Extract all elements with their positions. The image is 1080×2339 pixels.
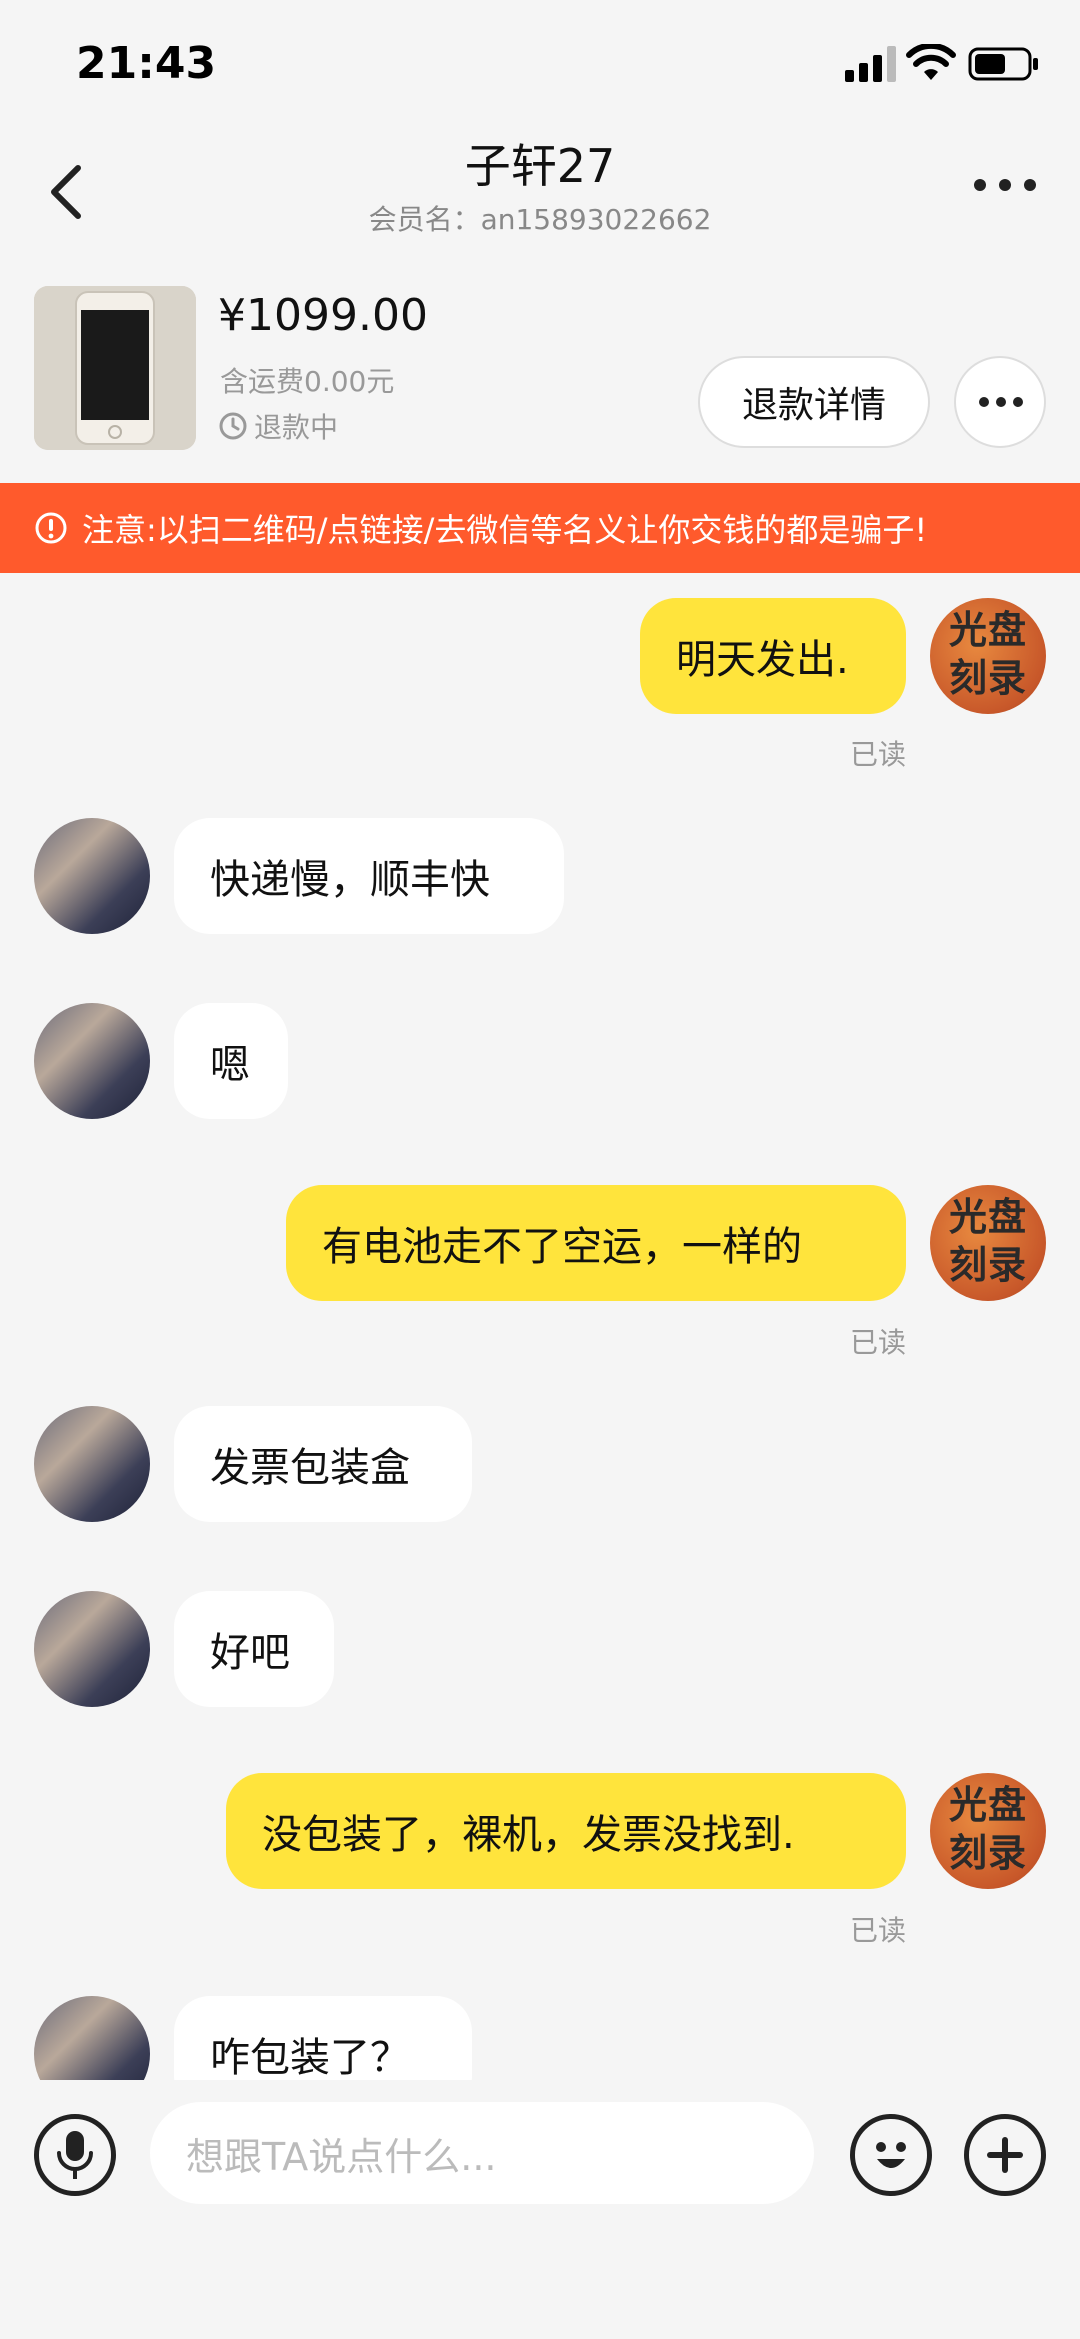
message-bubble-incoming[interactable]: 好吧 xyxy=(174,1591,334,1707)
member-id: 会员名：an15893022662 xyxy=(368,203,712,236)
status-bar: 21:43 xyxy=(0,0,1080,130)
more-actions-button[interactable] xyxy=(964,2114,1046,2196)
product-thumbnail[interactable] xyxy=(34,286,196,450)
more-dots-icon xyxy=(979,397,1023,407)
shipping-info: 含运费0.00元 xyxy=(220,365,395,398)
self-avatar[interactable]: 光盘刻录 xyxy=(930,598,1046,714)
alert-icon xyxy=(35,512,67,544)
product-card[interactable]: ¥1099.00 含运费0.00元 退款中 退款详情 xyxy=(0,270,1080,470)
microphone-icon xyxy=(57,2131,93,2179)
peer-avatar[interactable] xyxy=(34,1406,150,1522)
message-bubble-outgoing[interactable]: 有电池走不了空运，一样的 xyxy=(286,1185,906,1301)
message-bubble-incoming[interactable]: 快递慢，顺丰快 xyxy=(174,818,564,934)
self-avatar[interactable]: 光盘刻录 xyxy=(930,1773,1046,1889)
battery-icon xyxy=(968,47,1038,81)
clock-icon xyxy=(219,412,247,440)
peer-avatar[interactable] xyxy=(34,1003,150,1119)
input-bar: 想跟TA说点什么... xyxy=(0,2080,1080,2339)
phone-image-icon xyxy=(34,286,196,450)
wifi-icon xyxy=(906,44,956,80)
contact-name: 子轩27 xyxy=(464,139,616,193)
voice-input-button[interactable] xyxy=(34,2114,116,2196)
emoji-button[interactable] xyxy=(850,2114,932,2196)
chat-header: 子轩27 会员名：an15893022662 xyxy=(0,130,1080,260)
peer-avatar[interactable] xyxy=(34,1996,150,2080)
message-list[interactable]: 明天发出. 光盘刻录 已读 快递慢，顺丰快 嗯 有电池走不了空运，一样的 光盘刻… xyxy=(0,573,1080,2080)
self-avatar[interactable]: 光盘刻录 xyxy=(930,1185,1046,1301)
read-receipt: 已读 xyxy=(850,1326,907,1359)
fraud-warning-banner: 注意:以扫二维码/点链接/去微信等名义让你交钱的都是骗子! xyxy=(0,483,1080,573)
smiley-icon xyxy=(876,2142,906,2168)
read-receipt: 已读 xyxy=(850,738,907,771)
product-more-button[interactable] xyxy=(954,356,1046,448)
status-time: 21:43 xyxy=(76,38,217,89)
message-bubble-incoming[interactable]: 发票包装盒 xyxy=(174,1406,472,1522)
read-receipt: 已读 xyxy=(850,1914,907,1947)
plus-icon xyxy=(987,2137,1023,2173)
refund-status-label: 退款中 xyxy=(254,411,339,444)
peer-avatar[interactable] xyxy=(34,1591,150,1707)
message-bubble-outgoing[interactable]: 没包装了，裸机，发票没找到. xyxy=(226,1773,906,1889)
message-input[interactable]: 想跟TA说点什么... xyxy=(150,2102,814,2204)
refund-status: 退款中 xyxy=(218,406,338,446)
message-bubble-incoming[interactable]: 咋包装了？ xyxy=(174,1996,472,2080)
refund-details-button[interactable]: 退款详情 xyxy=(698,356,930,448)
product-price: ¥1099.00 xyxy=(218,290,428,341)
peer-avatar[interactable] xyxy=(34,818,150,934)
signal-icon xyxy=(845,46,896,82)
message-bubble-outgoing[interactable]: 明天发出. xyxy=(640,598,906,714)
message-bubble-incoming[interactable]: 嗯 xyxy=(174,1003,288,1119)
warning-text: 注意:以扫二维码/点链接/去微信等名义让你交钱的都是骗子! xyxy=(82,511,928,549)
more-options-icon[interactable] xyxy=(970,170,1040,200)
